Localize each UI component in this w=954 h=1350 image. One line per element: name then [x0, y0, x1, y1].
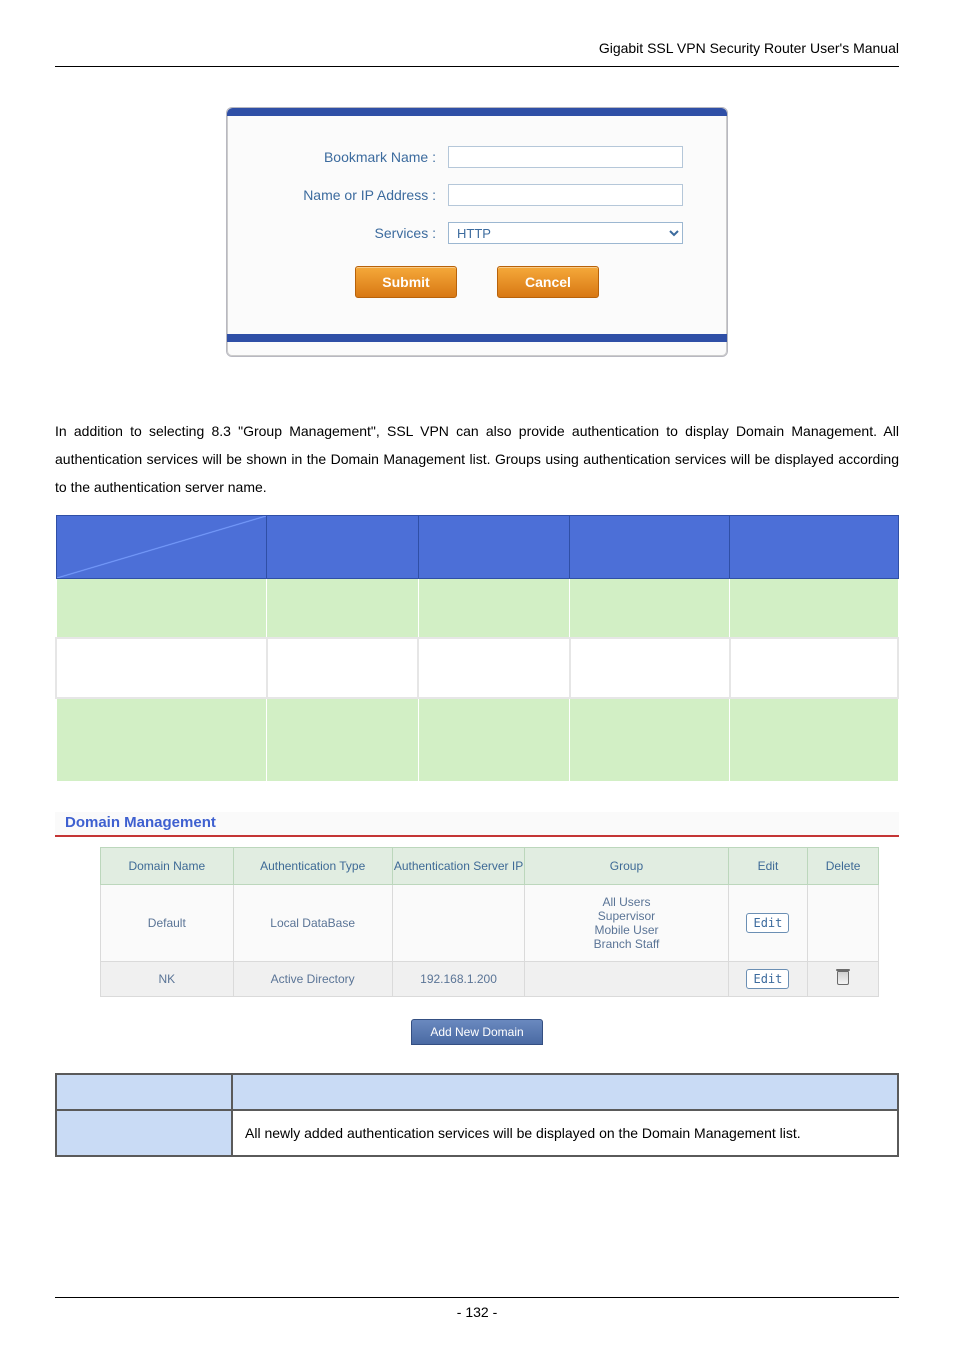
panel-bottombar: [227, 334, 727, 342]
table-row: Default Local DataBase All Users Supervi…: [101, 885, 879, 962]
table-row: NK Active Directory 192.168.1.200 Edit: [101, 962, 879, 997]
explain-header-left: [56, 1074, 232, 1110]
edit-button[interactable]: Edit: [746, 969, 789, 989]
col-auth-type: Authentication Type: [233, 848, 392, 885]
cancel-button[interactable]: Cancel: [497, 266, 599, 298]
domain-table: Domain Name Authentication Type Authenti…: [100, 847, 879, 997]
explain-label: [56, 1110, 232, 1156]
explain-text: All newly added authentication services …: [232, 1110, 898, 1156]
cell-auth-type: Local DataBase: [233, 885, 392, 962]
header-rule: [55, 66, 899, 67]
col-group: Group: [525, 848, 728, 885]
explain-table: All newly added authentication services …: [55, 1073, 899, 1157]
name-ip-input[interactable]: [448, 184, 683, 206]
page-number: - 132 -: [457, 1304, 497, 1320]
header-title: Gigabit SSL VPN Security Router User's M…: [55, 40, 899, 64]
cell-auth-type: Active Directory: [233, 962, 392, 997]
submit-button[interactable]: Submit: [355, 266, 457, 298]
intro-paragraph: In addition to selecting 8.3 "Group Mana…: [55, 417, 899, 501]
blank-table: [55, 515, 899, 782]
bookmark-form-panel: Bookmark Name : Name or IP Address : Ser…: [226, 107, 728, 357]
domain-management-title: Domain Management: [55, 812, 899, 837]
col-auth-server: Authentication Server IP: [392, 848, 525, 885]
cell-domain: NK: [101, 962, 234, 997]
cell-auth-server: 192.168.1.200: [392, 962, 525, 997]
col-delete: Delete: [808, 848, 879, 885]
cell-group: All Users Supervisor Mobile User Branch …: [525, 885, 728, 962]
cell-auth-server: [392, 885, 525, 962]
panel-topbar: [227, 108, 727, 116]
services-select[interactable]: HTTP: [448, 222, 683, 244]
services-label: Services :: [251, 225, 448, 241]
col-edit: Edit: [728, 848, 808, 885]
page-footer: - 132 -: [55, 1297, 899, 1320]
trash-icon[interactable]: [837, 971, 849, 985]
bookmark-name-input[interactable]: [448, 146, 683, 168]
col-domain-name: Domain Name: [101, 848, 234, 885]
explain-header-right: [232, 1074, 898, 1110]
cell-domain: Default: [101, 885, 234, 962]
blank-header-diag: [56, 516, 267, 579]
edit-button[interactable]: Edit: [746, 913, 789, 933]
add-new-domain-button[interactable]: Add New Domain: [411, 1019, 542, 1045]
bookmark-name-label: Bookmark Name :: [251, 149, 448, 165]
name-ip-label: Name or IP Address :: [251, 187, 448, 203]
cell-group: [525, 962, 728, 997]
